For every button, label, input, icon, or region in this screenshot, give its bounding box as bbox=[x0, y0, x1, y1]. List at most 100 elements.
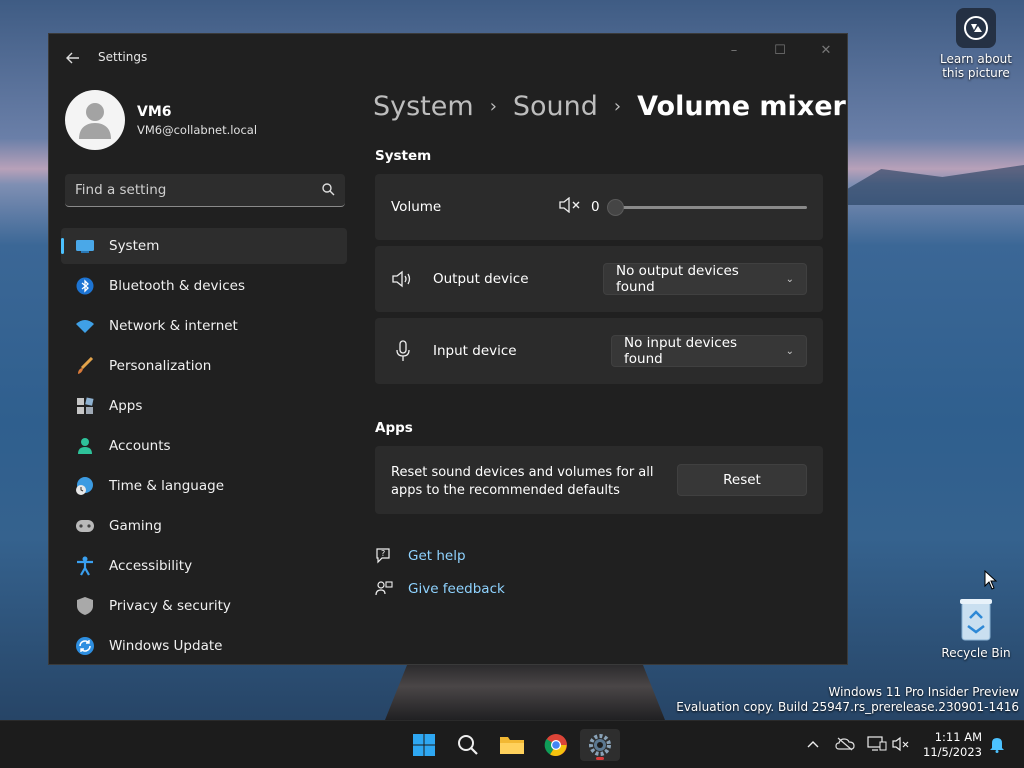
search-icon bbox=[458, 735, 478, 755]
feedback-icon bbox=[375, 580, 393, 598]
build-watermark: Windows 11 Pro Insider Preview Evaluatio… bbox=[676, 685, 1019, 715]
svg-text:?: ? bbox=[381, 549, 385, 558]
sidebar-item-time-language[interactable]: Time & language bbox=[61, 468, 347, 504]
taskbar-clock[interactable]: 1:11 AM 11/5/2023 bbox=[920, 730, 982, 760]
start-button[interactable] bbox=[404, 729, 444, 761]
section-header-apps: Apps bbox=[375, 420, 413, 436]
recycle-bin-icon bbox=[956, 596, 996, 642]
watermark-line-2: Evaluation copy. Build 25947.rs_prerelea… bbox=[676, 700, 1019, 714]
chrome-button[interactable] bbox=[536, 729, 576, 761]
chevron-up-icon[interactable] bbox=[802, 733, 824, 755]
back-button[interactable] bbox=[63, 48, 83, 68]
file-explorer-icon bbox=[500, 737, 524, 754]
watermark-line-1: Windows 11 Pro Insider Preview bbox=[828, 685, 1019, 699]
wallpaper-pier bbox=[385, 664, 665, 720]
sidebar-item-label: Bluetooth & devices bbox=[109, 278, 246, 294]
taskbar-search-button[interactable] bbox=[448, 729, 488, 761]
learn-about-picture-shortcut[interactable]: Learn about this picture bbox=[938, 8, 1014, 80]
chrome-icon bbox=[544, 734, 567, 756]
search-icon bbox=[322, 183, 335, 200]
sidebar-item-personalization[interactable]: Personalization bbox=[61, 348, 347, 384]
user-icon bbox=[79, 103, 111, 139]
sidebar-item-network[interactable]: Network & internet bbox=[61, 308, 347, 344]
speaker-icon bbox=[391, 267, 415, 291]
window-title: Settings bbox=[98, 50, 148, 64]
get-help-label: Get help bbox=[408, 548, 466, 564]
input-device-label: Input device bbox=[433, 343, 517, 359]
volume-slider-track[interactable] bbox=[615, 206, 807, 209]
sidebar-item-system[interactable]: System bbox=[61, 228, 347, 264]
minimize-button[interactable]: – bbox=[711, 40, 757, 60]
notification-bell-icon[interactable] bbox=[986, 733, 1008, 755]
title-bar[interactable]: Settings – ☐ ✕ bbox=[49, 34, 847, 82]
output-device-dropdown[interactable]: No output devices found ⌄ bbox=[603, 263, 807, 295]
volume-card: Volume 0 bbox=[375, 174, 823, 240]
give-feedback-link[interactable]: Give feedback bbox=[375, 580, 505, 598]
reset-description: Reset sound devices and volumes for all … bbox=[391, 465, 654, 498]
microphone-icon bbox=[391, 339, 415, 363]
sidebar-item-apps[interactable]: Apps bbox=[61, 388, 347, 424]
output-device-card: Output device No output devices found ⌄ bbox=[375, 246, 823, 312]
search-placeholder: Find a setting bbox=[75, 182, 167, 198]
close-button[interactable]: ✕ bbox=[803, 40, 849, 60]
get-help-link[interactable]: ? Get help bbox=[375, 547, 466, 565]
system-icon bbox=[75, 236, 95, 256]
profile-email: VM6@collabnet.local bbox=[137, 122, 258, 137]
sidebar-item-accounts[interactable]: Accounts bbox=[61, 428, 347, 464]
settings-button[interactable] bbox=[580, 729, 620, 761]
chevron-down-icon: ⌄ bbox=[785, 345, 794, 357]
breadcrumb-system[interactable]: System bbox=[373, 91, 474, 122]
sidebar-item-accessibility[interactable]: Accessibility bbox=[61, 548, 347, 584]
globe-clock-icon bbox=[75, 476, 95, 496]
maximize-button[interactable]: ☐ bbox=[757, 40, 803, 60]
settings-window: Settings – ☐ ✕ VM6 VM6@collabnet.local F… bbox=[48, 33, 848, 665]
user-profile[interactable]: VM6 VM6@collabnet.local bbox=[65, 90, 257, 150]
breadcrumb-sound[interactable]: Sound bbox=[513, 91, 598, 122]
sidebar-item-label: Time & language bbox=[109, 478, 225, 494]
sidebar-item-label: Network & internet bbox=[109, 318, 238, 334]
bluetooth-icon bbox=[75, 276, 95, 296]
give-feedback-label: Give feedback bbox=[408, 581, 505, 597]
input-device-dropdown[interactable]: No input devices found ⌄ bbox=[611, 335, 807, 367]
sidebar-item-privacy-security[interactable]: Privacy & security bbox=[61, 588, 347, 624]
volume-slider-thumb[interactable] bbox=[607, 199, 624, 216]
sidebar-item-label: Windows Update bbox=[109, 638, 223, 654]
brush-icon bbox=[75, 356, 95, 376]
search-input[interactable]: Find a setting bbox=[65, 174, 345, 207]
onedrive-icon[interactable] bbox=[834, 733, 856, 755]
help-icon: ? bbox=[375, 547, 393, 565]
camera-icon bbox=[956, 8, 996, 48]
sidebar-item-gaming[interactable]: Gaming bbox=[61, 508, 347, 544]
sidebar-item-label: Gaming bbox=[109, 518, 162, 534]
sidebar-item-windows-update[interactable]: Windows Update bbox=[61, 628, 347, 664]
network-icon[interactable] bbox=[866, 733, 888, 755]
accessibility-icon bbox=[75, 556, 95, 576]
sidebar-item-label: Apps bbox=[109, 398, 143, 414]
sidebar-item-label: Accounts bbox=[109, 438, 171, 454]
output-device-value: No output devices found bbox=[616, 263, 739, 295]
settings-icon bbox=[589, 734, 611, 756]
sidebar-nav: System Bluetooth & devices Network & int… bbox=[61, 228, 347, 668]
wallpaper-hill bbox=[820, 165, 1024, 205]
file-explorer-button[interactable] bbox=[492, 729, 532, 761]
speaker-muted-icon[interactable] bbox=[559, 196, 581, 217]
volume-muted-tray-icon[interactable] bbox=[890, 733, 912, 755]
apps-icon bbox=[75, 396, 95, 416]
taskbar: 1:11 AM 11/5/2023 bbox=[0, 720, 1024, 768]
arrow-left-icon bbox=[66, 52, 79, 64]
sidebar-item-label: Privacy & security bbox=[109, 598, 231, 614]
recycle-bin-shortcut[interactable]: Recycle Bin bbox=[940, 596, 1012, 660]
update-icon bbox=[75, 636, 95, 656]
chevron-right-icon: › bbox=[613, 96, 622, 117]
sidebar-item-label: System bbox=[109, 238, 160, 254]
input-device-value: No input devices found bbox=[624, 335, 738, 367]
mouse-cursor-icon bbox=[984, 569, 998, 594]
clock-date: 11/5/2023 bbox=[923, 745, 982, 759]
sidebar-item-bluetooth[interactable]: Bluetooth & devices bbox=[61, 268, 347, 304]
shield-icon bbox=[75, 596, 95, 616]
avatar bbox=[65, 90, 125, 150]
reset-button[interactable]: Reset bbox=[677, 464, 807, 496]
chevron-down-icon: ⌄ bbox=[785, 273, 794, 285]
sidebar-item-label: Accessibility bbox=[109, 558, 193, 574]
volume-label: Volume bbox=[391, 199, 442, 215]
